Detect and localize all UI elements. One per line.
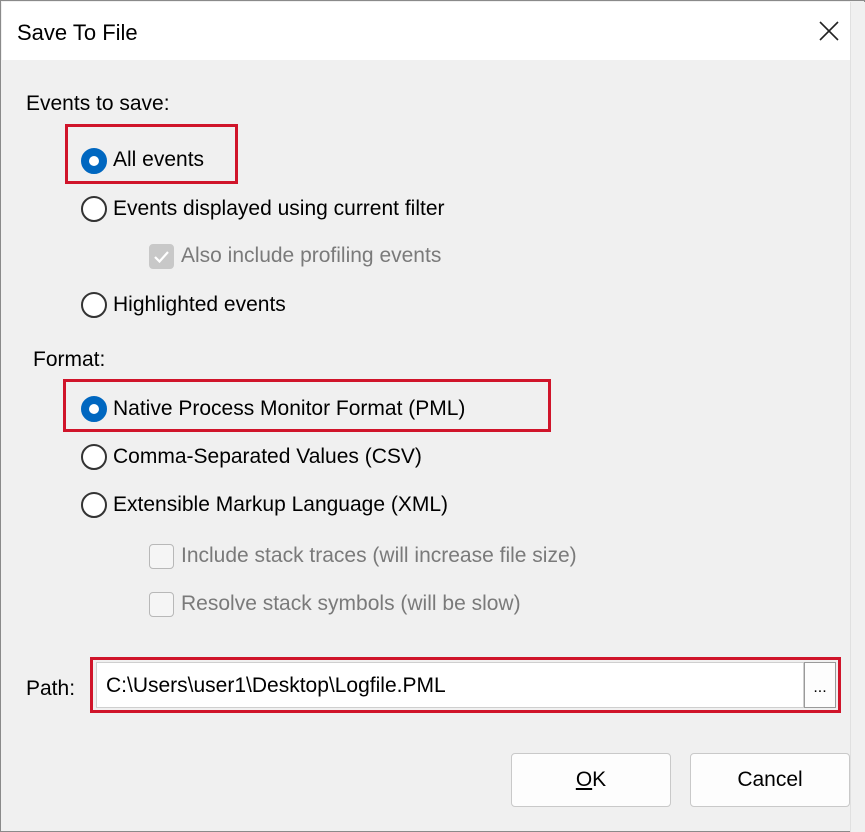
radio-highlighted-events[interactable] <box>81 292 107 318</box>
checkbox-profiling-events[interactable] <box>149 244 174 269</box>
checkbox-resolve-symbols[interactable] <box>149 592 174 617</box>
ok-button-label-rest: K <box>592 768 607 791</box>
radio-format-csv-label[interactable]: Comma-Separated Values (CSV) <box>113 445 422 469</box>
ok-button[interactable]: OK <box>511 753 671 807</box>
highlight-box-all-events <box>65 124 238 184</box>
cancel-button[interactable]: Cancel <box>690 753 850 807</box>
events-section-label: Events to save: <box>26 92 170 115</box>
close-button[interactable] <box>807 8 851 54</box>
format-section-label: Format: <box>33 348 106 371</box>
path-label: Path: <box>26 677 76 700</box>
checkbox-profiling-events-label: Also include profiling events <box>181 244 442 267</box>
title-bar: Save To File <box>2 2 850 60</box>
checkbox-resolve-symbols-label: Resolve stack symbols (will be slow) <box>181 592 521 615</box>
checkbox-stack-traces[interactable] <box>149 544 174 569</box>
save-to-file-dialog: Save To File Events to save: All events … <box>0 0 865 832</box>
radio-filtered-events[interactable] <box>81 196 107 222</box>
radio-format-xml-label[interactable]: Extensible Markup Language (XML) <box>113 493 448 517</box>
dialog-title: Save To File <box>17 20 138 45</box>
background-window-edge <box>850 2 865 832</box>
checkmark-icon <box>154 251 169 264</box>
highlight-box-pml <box>63 379 551 432</box>
radio-format-csv[interactable] <box>81 444 107 470</box>
radio-highlighted-events-label[interactable]: Highlighted events <box>113 293 286 317</box>
close-icon <box>819 21 839 41</box>
radio-filtered-events-label[interactable]: Events displayed using current filter <box>113 197 445 221</box>
ok-button-mnemonic: O <box>575 768 593 791</box>
highlight-box-path <box>90 657 841 713</box>
checkbox-stack-traces-label: Include stack traces (will increase file… <box>181 544 577 567</box>
radio-format-xml[interactable] <box>81 492 107 518</box>
